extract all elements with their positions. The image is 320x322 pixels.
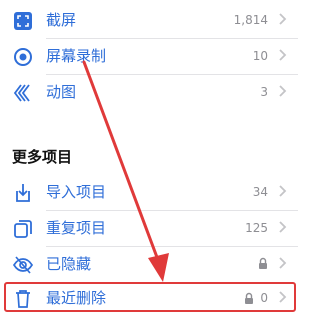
annotation-arrow (82, 60, 169, 282)
